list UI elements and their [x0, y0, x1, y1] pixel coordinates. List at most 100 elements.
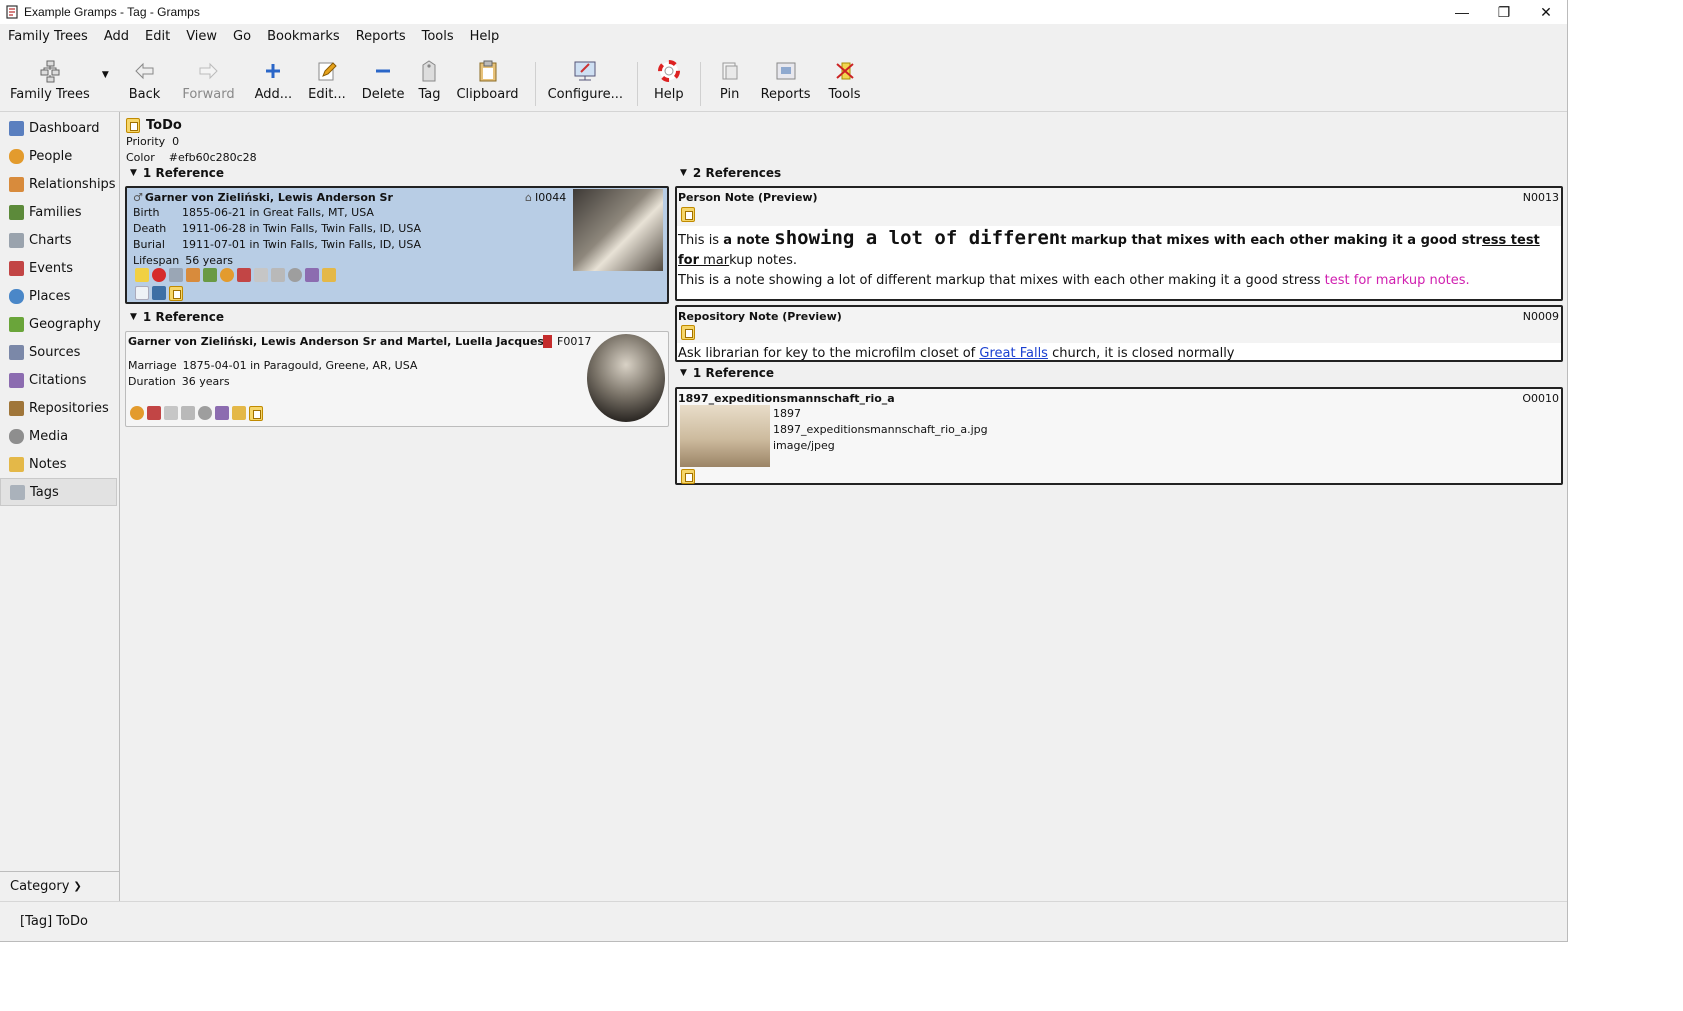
person-icon[interactable] [220, 268, 234, 282]
great-falls-link[interactable]: Great Falls [979, 346, 1048, 361]
address-icon[interactable] [181, 406, 195, 420]
title-bar: Example Gramps - Tag - Gramps — ❐ ✕ [0, 0, 1567, 24]
person-icon-row-2 [135, 286, 183, 301]
family-photo[interactable] [587, 334, 665, 422]
envelope-icon[interactable] [135, 286, 149, 300]
star-icon[interactable] [135, 268, 149, 282]
delete-button[interactable]: Delete [362, 58, 404, 102]
sidebar-item-places[interactable]: Places [0, 282, 119, 310]
family-references-header[interactable]: ▼ 1 Reference [130, 310, 224, 324]
media-card[interactable]: 1897_expeditionsmannschaft_rio_a O0010 1… [675, 387, 1563, 485]
status-bar: [Tag] ToDo [0, 901, 1567, 941]
address-icon[interactable] [271, 268, 285, 282]
add-button[interactable]: Add... [255, 58, 292, 102]
male-symbol-icon: ♂ [133, 191, 143, 204]
tag-button[interactable]: Tag [416, 58, 442, 102]
family-icon[interactable] [186, 268, 200, 282]
menu-view[interactable]: View [178, 29, 225, 44]
expander-triangle-icon: ▼ [680, 168, 687, 178]
person-note-text: This is a note showing a lot of differen… [678, 227, 1540, 288]
citation-icon [9, 372, 24, 388]
calendar-icon[interactable] [237, 268, 251, 282]
media-icon[interactable] [288, 268, 302, 282]
sidebar-item-relationships[interactable]: Relationships [0, 170, 119, 198]
clipboard-button[interactable]: Clipboard [456, 58, 519, 102]
sidebar-item-notes[interactable]: Notes [0, 450, 119, 478]
relationship-icon[interactable] [169, 268, 183, 282]
category-selector[interactable]: Category ❯ [0, 871, 119, 901]
sidebar-item-citations[interactable]: Citations [0, 366, 119, 394]
menu-family-trees[interactable]: Family Trees [0, 29, 96, 44]
sidebar-item-events[interactable]: Events [0, 254, 119, 282]
family-trees-button[interactable]: Family Trees [10, 58, 90, 102]
sidebar-item-people[interactable]: People [0, 142, 119, 170]
sidebar-item-charts[interactable]: Charts [0, 226, 119, 254]
tag-icon[interactable] [681, 325, 695, 340]
family-card[interactable]: Garner von Zieliński, Lewis Anderson Sr … [125, 331, 669, 427]
person-card[interactable]: ♂ Garner von Zieliński, Lewis Anderson S… [125, 186, 669, 304]
pin-button[interactable]: Pin [717, 58, 743, 102]
citation-icon[interactable] [305, 268, 319, 282]
help-button[interactable]: Help [654, 58, 684, 102]
menu-add[interactable]: Add [96, 29, 137, 44]
families-icon[interactable] [203, 268, 217, 282]
note-icon[interactable] [322, 268, 336, 282]
sidebar-item-families[interactable]: Families [0, 198, 119, 226]
sidebar-item-geography[interactable]: Geography [0, 310, 119, 338]
tag-icon [126, 118, 140, 133]
sidebar-item-dashboard[interactable]: Dashboard [0, 114, 119, 142]
menu-go[interactable]: Go [225, 29, 259, 44]
event-burst-icon[interactable] [152, 268, 166, 282]
tag-icon[interactable] [681, 469, 695, 484]
repository-icon [9, 400, 24, 416]
attribute-icon[interactable] [254, 268, 268, 282]
person-note-card[interactable]: Person Note (Preview) N0013 This is a no… [675, 186, 1563, 301]
repository-note-card[interactable]: Repository Note (Preview) N0009 Ask libr… [675, 305, 1563, 362]
configure-button[interactable]: Configure... [548, 58, 623, 102]
media-thumbnail[interactable] [680, 405, 770, 467]
bookmark-icon [543, 335, 552, 348]
sidebar-item-media[interactable]: Media [0, 422, 119, 450]
calendar-icon[interactable] [147, 406, 161, 420]
minimize-icon[interactable]: — [1441, 0, 1483, 24]
note-icon[interactable] [232, 406, 246, 420]
back-button[interactable]: Back [129, 58, 160, 102]
menu-edit[interactable]: Edit [137, 29, 178, 44]
person-note-id: N0013 [1522, 191, 1559, 204]
gramps-window: Example Gramps - Tag - Gramps — ❐ ✕ Fami… [0, 0, 1568, 942]
person-icon[interactable] [130, 406, 144, 420]
tag-icon[interactable] [681, 207, 695, 222]
media-references-header[interactable]: ▼ 1 Reference [680, 366, 774, 380]
note-references-header[interactable]: ▼ 2 References [680, 166, 781, 180]
menu-help[interactable]: Help [462, 29, 508, 44]
calendar-icon [9, 260, 24, 276]
tools-button[interactable]: Tools [828, 58, 861, 102]
person-name: Garner von Zieliński, Lewis Anderson Sr [144, 191, 393, 204]
forward-button[interactable]: Forward [182, 58, 235, 102]
family-icon-row [130, 406, 263, 421]
restore-icon[interactable]: ❐ [1483, 0, 1525, 24]
media-icon [9, 428, 24, 444]
person-references-header[interactable]: ▼ 1 Reference [130, 166, 224, 180]
tag-icon[interactable] [169, 286, 183, 301]
citation-icon[interactable] [215, 406, 229, 420]
edit-pencil-icon [314, 58, 340, 84]
sidebar-item-repositories[interactable]: Repositories [0, 394, 119, 422]
menu-tools[interactable]: Tools [414, 29, 462, 44]
sidebar-item-sources[interactable]: Sources [0, 338, 119, 366]
internet-icon[interactable] [152, 286, 166, 300]
edit-button[interactable]: Edit... [308, 58, 346, 102]
attribute-icon[interactable] [164, 406, 178, 420]
menu-reports[interactable]: Reports [348, 29, 414, 44]
menu-bookmarks[interactable]: Bookmarks [259, 29, 348, 44]
media-date: 1897 [773, 407, 801, 420]
tag-icon[interactable] [249, 406, 263, 421]
sidebar-item-tags[interactable]: Tags [0, 478, 117, 506]
dashboard-icon [9, 120, 24, 136]
family-trees-dropdown-icon[interactable]: ▼ [102, 70, 109, 80]
tag-view-content: ToDo Priority 0 Color #efb60c280c28 ▼ 1 R… [120, 112, 1567, 901]
close-icon[interactable]: ✕ [1525, 0, 1567, 24]
person-photo[interactable] [573, 189, 663, 271]
media-icon[interactable] [198, 406, 212, 420]
reports-button[interactable]: Reports [761, 58, 810, 102]
